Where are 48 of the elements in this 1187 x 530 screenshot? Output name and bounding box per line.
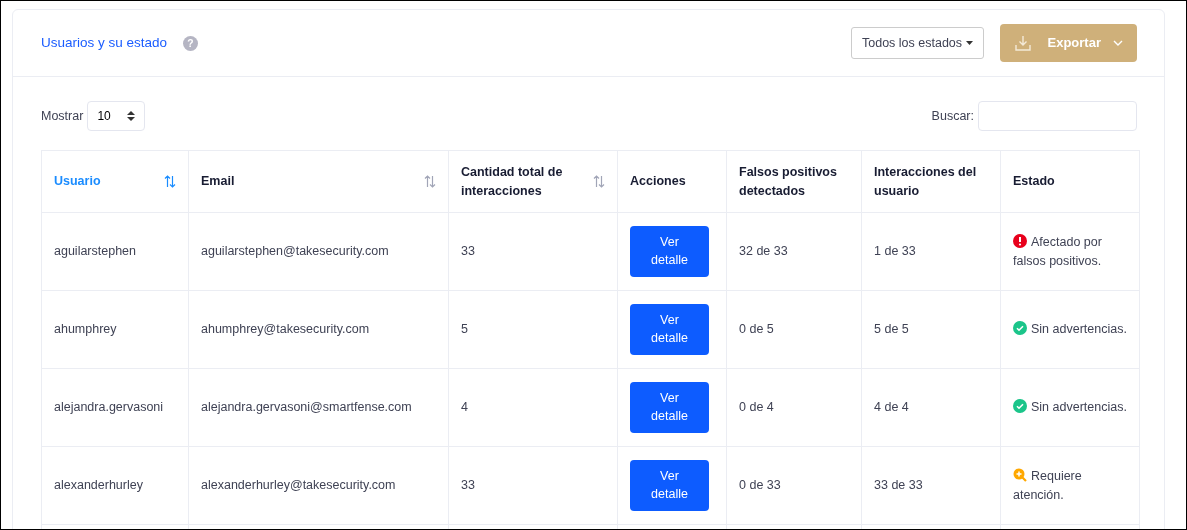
table-cell: 1 de 33 [861, 212, 1001, 291]
column-header: Acciones [617, 150, 727, 213]
column-header: Interacciones del usuario [861, 150, 1001, 213]
table-cell: ahumphrey [41, 290, 189, 369]
column-header[interactable]: Usuario [41, 150, 189, 213]
column-header: Estado [1000, 150, 1140, 213]
sort-icon[interactable] [424, 175, 436, 188]
column-header[interactable]: Email [188, 150, 449, 213]
detail-button[interactable]: Ver detalle [630, 304, 709, 355]
spinner-arrows-icon [126, 111, 135, 121]
detail-button[interactable]: Ver detalle [630, 382, 709, 433]
table-cell: aguilarstephen@takesecurity.com [188, 212, 449, 291]
column-header[interactable]: Cantidad total de interacciones [448, 150, 618, 213]
table-cell: 4 de 4 [861, 368, 1001, 447]
caret-icon [965, 40, 973, 46]
search-field[interactable] [978, 101, 1137, 131]
table-cell: alejandra.gervasoni [41, 368, 189, 447]
table-cell: alexanderhurley [41, 446, 189, 525]
table-cell: 5 [448, 290, 618, 369]
sort-icon[interactable] [164, 175, 176, 188]
sort-icon[interactable] [593, 175, 605, 188]
detail-button[interactable]: Ver detalle [630, 460, 709, 511]
table-cell: 33 [448, 446, 618, 525]
table-cell: 33 de 33 [861, 446, 1001, 525]
column-header: Falsos positivos detectados [726, 150, 862, 213]
table-cell: aguilarstephen [41, 212, 189, 291]
table-cell: 0 de 4 [726, 368, 862, 447]
length-label: Mostrar [41, 107, 84, 125]
table-cell: 32 de 33 [726, 212, 862, 291]
page-length-select[interactable]: 10 [87, 101, 145, 131]
table-cell: 0 de 5 [726, 290, 862, 369]
status-text: Afectado por falsos positivos. [1013, 234, 1102, 268]
detail-button[interactable]: Ver detalle [630, 226, 709, 277]
chevron-down-icon [1113, 40, 1123, 46]
search-label: Buscar: [931, 107, 974, 125]
table-cell: 4 [448, 368, 618, 447]
status-text: Requiere atención. [1013, 468, 1082, 502]
table-cell: ahumphrey@takesecurity.com [188, 290, 449, 369]
table-cell: alexanderhurley@takesecurity.com [188, 446, 449, 525]
card-title: Usuarios y su estado [41, 33, 168, 52]
download-icon [1013, 34, 1032, 52]
status-text: Sin advertencias. [1031, 400, 1127, 415]
table-cell: 33 [448, 212, 618, 291]
status-text: Sin advertencias. [1031, 322, 1127, 337]
table-cell: 0 de 33 [726, 446, 862, 525]
table-cell: alejandra.gervasoni@smartfense.com [188, 368, 449, 447]
table-cell: 5 de 5 [861, 290, 1001, 369]
status-filter-dropdown[interactable]: Todos los estados [851, 26, 984, 60]
